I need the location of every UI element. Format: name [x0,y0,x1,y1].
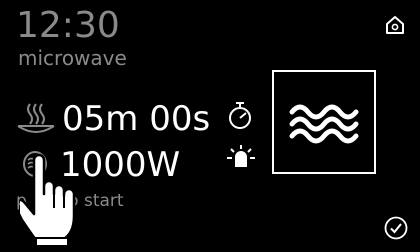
stopwatch-icon[interactable] [226,100,254,132]
hand-pointer-icon [13,150,82,252]
microwave-waves-icon [289,104,359,144]
duration-value: 05m 00s [62,99,211,139]
microwave-program-tile[interactable] [272,70,376,174]
clock: 12:30 [16,5,120,46]
light-bulb-icon[interactable] [226,144,256,174]
oven-display: 12:30 microwave 05m 00s 1000W start [0,0,420,252]
checkmark-icon[interactable] [384,216,408,240]
mode-label: microwave [18,46,127,70]
steam-plate-icon [16,100,56,136]
home-icon[interactable] [384,14,406,36]
